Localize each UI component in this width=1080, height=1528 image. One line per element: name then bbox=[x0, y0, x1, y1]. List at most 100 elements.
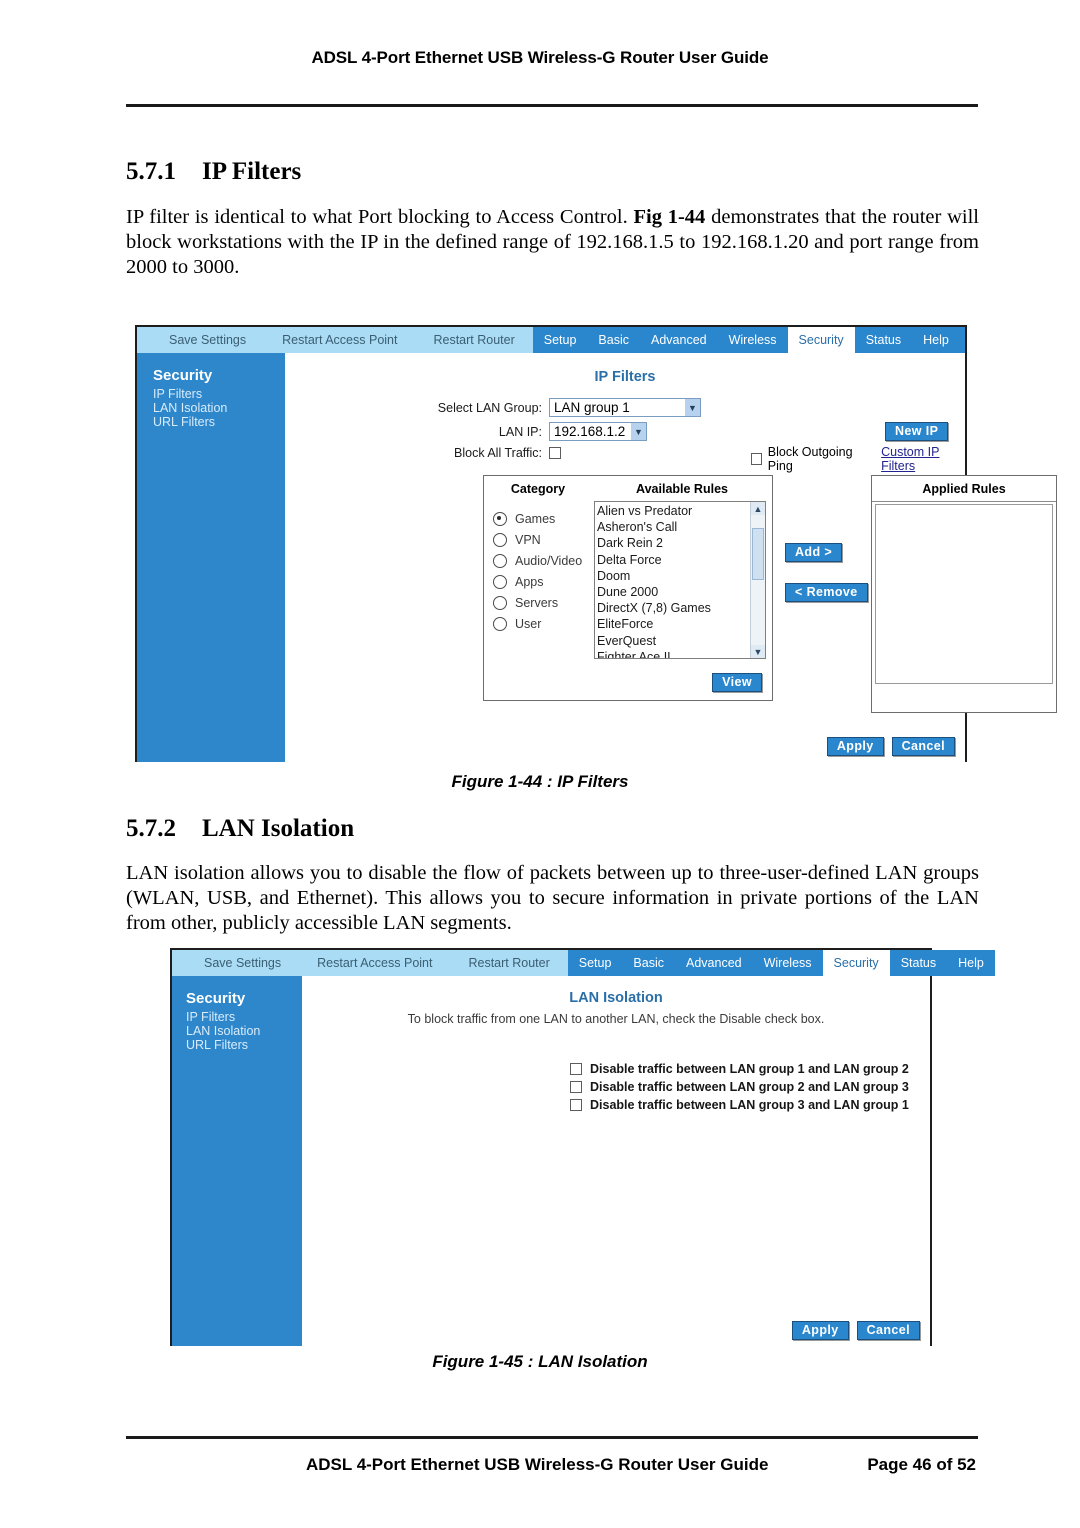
tab-help[interactable]: Help bbox=[947, 950, 995, 976]
tab-setup[interactable]: Setup bbox=[533, 327, 588, 353]
tab-status[interactable]: Status bbox=[855, 327, 912, 353]
sidebar-item-lan-isolation[interactable]: LAN Isolation bbox=[153, 401, 285, 415]
category-rules-panel: Category Available Rules Games VPN Audio… bbox=[483, 475, 773, 701]
checkbox-disable-group-2-3[interactable] bbox=[570, 1081, 582, 1093]
list-item[interactable]: Asheron's Call bbox=[597, 519, 750, 535]
navbar-left-group: Save Settings Restart Access Point Resta… bbox=[172, 950, 568, 976]
checkbox-row-group-3-1[interactable]: Disable traffic between LAN group 3 and … bbox=[570, 1096, 909, 1114]
checkbox-row-group-1-2[interactable]: Disable traffic between LAN group 1 and … bbox=[570, 1060, 909, 1078]
applied-rules-listbox[interactable] bbox=[875, 504, 1053, 684]
checkbox-row-group-2-3[interactable]: Disable traffic between LAN group 2 and … bbox=[570, 1078, 909, 1096]
add-rule-button[interactable]: Add > bbox=[785, 543, 843, 562]
select-lan-group-dropdown[interactable]: LAN group 1 ▼ bbox=[549, 398, 701, 417]
radio-row-user[interactable]: User bbox=[493, 613, 597, 634]
select-lan-group-value: LAN group 1 bbox=[554, 400, 630, 415]
checkbox-block-all-traffic[interactable] bbox=[549, 447, 561, 459]
radio-icon-servers[interactable] bbox=[493, 595, 507, 610]
tab-wireless[interactable]: Wireless bbox=[753, 950, 823, 976]
nav-restart-access-point[interactable]: Restart Access Point bbox=[299, 956, 450, 970]
lan-ip-value: 192.168.1.2 bbox=[554, 424, 626, 439]
list-item[interactable]: EliteForce bbox=[597, 616, 750, 632]
checkbox-disable-group-3-1[interactable] bbox=[570, 1099, 582, 1111]
available-rules-listbox[interactable]: Alien vs Predator Asheron's Call Dark Re… bbox=[594, 501, 766, 659]
navbar-tabs: Setup Basic Advanced Wireless Security S… bbox=[532, 327, 965, 353]
radio-row-vpn[interactable]: VPN bbox=[493, 529, 597, 550]
cancel-button[interactable]: Cancel bbox=[891, 737, 955, 756]
figure-caption-ip-filters: Figure 1-44 : IP Filters bbox=[451, 772, 629, 791]
cancel-button[interactable]: Cancel bbox=[856, 1321, 920, 1340]
radio-icon-user[interactable] bbox=[493, 616, 507, 631]
tab-advanced[interactable]: Advanced bbox=[640, 327, 718, 353]
label-disable-group-1-2: Disable traffic between LAN group 1 and … bbox=[590, 1062, 909, 1076]
page-title-lan-isolation: LAN Isolation bbox=[569, 990, 663, 1006]
nav-save-settings[interactable]: Save Settings bbox=[151, 333, 264, 347]
label-block-outgoing-ping: Block Outgoing Ping bbox=[767, 445, 853, 473]
custom-ip-filters-link[interactable]: Custom IP Filters bbox=[881, 445, 965, 473]
tab-help[interactable]: Help bbox=[912, 327, 960, 353]
header-divider bbox=[126, 104, 978, 107]
sidebar-item-url-filters[interactable]: URL Filters bbox=[153, 415, 285, 429]
radio-icon-vpn[interactable] bbox=[493, 532, 507, 547]
radio-row-audio-video[interactable]: Audio/Video bbox=[493, 550, 597, 571]
page-footer: ADSL 4-Port Ethernet USB Wireless-G Rout… bbox=[126, 1455, 978, 1475]
nav-restart-router[interactable]: Restart Router bbox=[450, 956, 567, 970]
radio-icon-audio-video[interactable] bbox=[493, 553, 507, 568]
sidebar-item-lan-isolation[interactable]: LAN Isolation bbox=[186, 1024, 302, 1038]
list-item[interactable]: Delta Force bbox=[597, 552, 750, 568]
nav-restart-router[interactable]: Restart Router bbox=[415, 333, 532, 347]
tab-security[interactable]: Security bbox=[822, 950, 890, 976]
nav-restart-access-point[interactable]: Restart Access Point bbox=[264, 333, 415, 347]
lan-ip-dropdown[interactable]: 192.168.1.2 ▼ bbox=[549, 422, 647, 441]
apply-button[interactable]: Apply bbox=[826, 737, 884, 756]
view-button[interactable]: View bbox=[712, 673, 762, 692]
scroll-up-icon[interactable]: ▲ bbox=[751, 502, 765, 515]
sidebar-item-url-filters[interactable]: URL Filters bbox=[186, 1038, 302, 1052]
block-outgoing-ping-row: Block Outgoing Ping Custom IP Filters bbox=[751, 445, 965, 473]
radio-icon-games[interactable] bbox=[493, 511, 507, 526]
router-body: Security IP Filters LAN Isolation URL Fi… bbox=[137, 353, 1057, 762]
tab-security[interactable]: Security bbox=[787, 327, 855, 353]
page-header: ADSL 4-Port Ethernet USB Wireless-G Rout… bbox=[311, 48, 769, 67]
list-item[interactable]: Doom bbox=[597, 568, 750, 584]
form-action-buttons: Apply Cancel bbox=[791, 1321, 920, 1340]
header-applied-rules: Applied Rules bbox=[872, 476, 1056, 502]
figure-lan-isolation-screenshot: Save Settings Restart Access Point Resta… bbox=[170, 948, 995, 1346]
apply-button[interactable]: Apply bbox=[791, 1321, 849, 1340]
scrollbar-thumb[interactable] bbox=[752, 528, 764, 580]
category-rules-headers: Category Available Rules bbox=[484, 476, 772, 500]
section-title: LAN Isolation bbox=[202, 815, 355, 842]
tab-setup[interactable]: Setup bbox=[568, 950, 623, 976]
tab-status[interactable]: Status bbox=[890, 950, 947, 976]
list-item[interactable]: Alien vs Predator bbox=[597, 503, 750, 519]
ip-filters-main-panel: IP Filters Select LAN Group: LAN group 1… bbox=[285, 353, 1057, 762]
label-block-all-traffic: Block All Traffic: bbox=[454, 446, 542, 460]
sidebar-item-ip-filters[interactable]: IP Filters bbox=[153, 387, 285, 401]
nav-save-settings[interactable]: Save Settings bbox=[186, 956, 299, 970]
radio-label-games: Games bbox=[515, 511, 556, 526]
list-item[interactable]: DirectX (7,8) Games bbox=[597, 600, 750, 616]
list-item[interactable]: Fighter Ace II bbox=[597, 649, 750, 658]
radio-icon-apps[interactable] bbox=[493, 574, 507, 589]
radio-row-servers[interactable]: Servers bbox=[493, 592, 597, 613]
radio-row-apps[interactable]: Apps bbox=[493, 571, 597, 592]
available-rules-scrollbar[interactable]: ▲ ▼ bbox=[750, 502, 765, 658]
row-select-lan-group: Select LAN Group: LAN group 1 ▼ bbox=[285, 398, 965, 417]
radio-label-audio-video: Audio/Video bbox=[515, 553, 583, 568]
list-item[interactable]: EverQuest bbox=[597, 633, 750, 649]
lan-isolation-checkbox-group: Disable traffic between LAN group 1 and … bbox=[570, 1060, 909, 1114]
tab-basic[interactable]: Basic bbox=[622, 950, 675, 976]
radio-row-games[interactable]: Games bbox=[493, 508, 597, 529]
list-item[interactable]: Dark Rein 2 bbox=[597, 535, 750, 551]
tab-advanced[interactable]: Advanced bbox=[675, 950, 753, 976]
tab-basic[interactable]: Basic bbox=[587, 327, 640, 353]
sidebar-item-ip-filters[interactable]: IP Filters bbox=[186, 1010, 302, 1024]
list-item[interactable]: Dune 2000 bbox=[597, 584, 750, 600]
scroll-down-icon[interactable]: ▼ bbox=[751, 645, 765, 658]
checkbox-block-outgoing-ping[interactable] bbox=[751, 453, 762, 465]
new-ip-button[interactable]: New IP bbox=[885, 422, 949, 441]
checkbox-disable-group-1-2[interactable] bbox=[570, 1063, 582, 1075]
radio-label-vpn: VPN bbox=[515, 532, 541, 547]
navbar-filler bbox=[960, 327, 965, 353]
tab-wireless[interactable]: Wireless bbox=[718, 327, 788, 353]
remove-rule-button[interactable]: < Remove bbox=[785, 583, 868, 602]
